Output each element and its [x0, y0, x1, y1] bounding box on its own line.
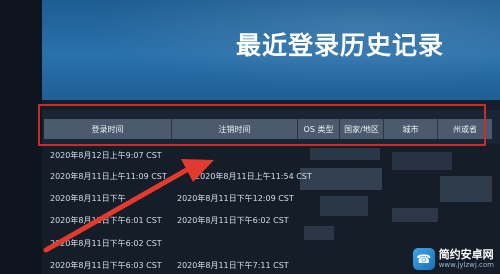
watermark-name: 简约安卓网 — [438, 248, 494, 261]
watermark-url: www.jylzwj.com — [438, 261, 494, 269]
annotation-arrow-icon — [43, 159, 214, 253]
phone-icon: ☎ — [412, 248, 435, 270]
watermark: ☎ 简约安卓网 www.jylzwj.com — [412, 248, 494, 270]
